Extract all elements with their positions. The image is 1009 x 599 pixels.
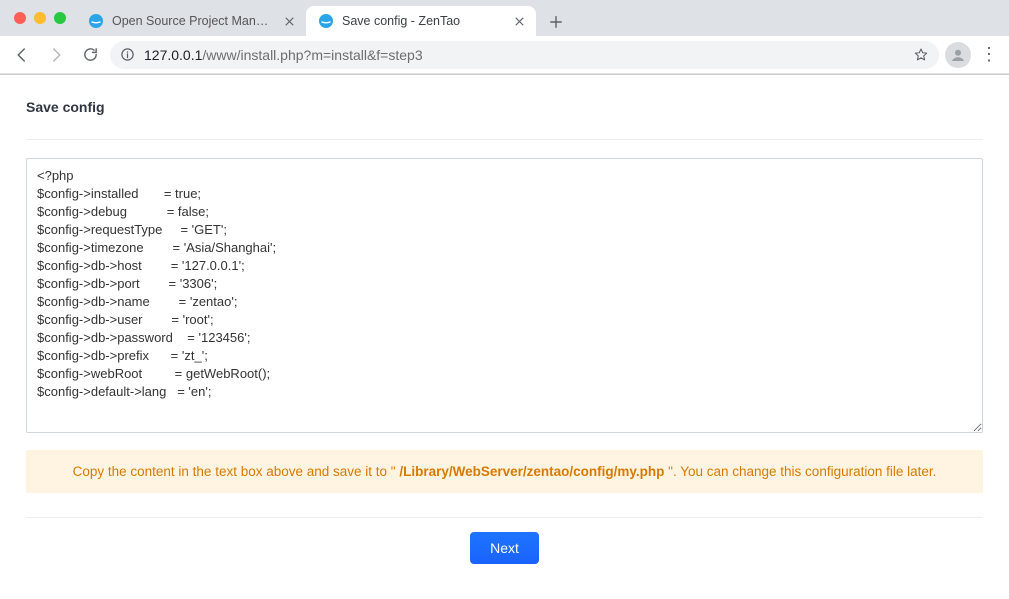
page-title: Save config	[26, 99, 983, 115]
forward-button[interactable]	[42, 41, 70, 69]
window-fullscreen-button[interactable]	[54, 12, 66, 24]
tab-title: Save config - ZenTao	[342, 14, 504, 28]
button-row: Next	[26, 518, 983, 578]
toolbar: 127.0.0.1/www/install.php?m=install&f=st…	[0, 36, 1009, 74]
config-textarea[interactable]	[26, 158, 983, 433]
url-host: 127.0.0.1	[144, 47, 202, 63]
page-content: Save config Copy the content in the text…	[0, 75, 1009, 578]
tab-title: Open Source Project Managem	[112, 14, 274, 28]
window-close-button[interactable]	[14, 12, 26, 24]
save-hint-alert: Copy the content in the text box above a…	[26, 450, 983, 493]
back-button[interactable]	[8, 41, 36, 69]
close-tab-icon[interactable]	[512, 14, 526, 28]
zentao-favicon-icon	[318, 13, 334, 29]
url-path: /www/install.php?m=install&f=step3	[202, 47, 422, 63]
zentao-favicon-icon	[88, 13, 104, 29]
hint-prefix: Copy the content in the text box above a…	[73, 464, 396, 479]
url-text: 127.0.0.1/www/install.php?m=install&f=st…	[144, 47, 423, 63]
browser-menu-button[interactable]: ⋮	[977, 44, 1001, 65]
hint-path: /Library/WebServer/zentao/config/my.php	[396, 464, 669, 479]
tab-strip: Open Source Project Managem Save config …	[0, 0, 1009, 36]
profile-avatar[interactable]	[945, 42, 971, 68]
tab-save-config[interactable]: Save config - ZenTao	[306, 6, 536, 36]
bookmark-star-icon[interactable]	[913, 47, 929, 63]
hint-suffix: ". You can change this configuration fil…	[668, 464, 936, 479]
tab-open-source-project[interactable]: Open Source Project Managem	[76, 6, 306, 36]
close-tab-icon[interactable]	[282, 14, 296, 28]
next-button[interactable]: Next	[470, 532, 539, 564]
window-minimize-button[interactable]	[34, 12, 46, 24]
url-bar[interactable]: 127.0.0.1/www/install.php?m=install&f=st…	[110, 41, 939, 69]
reload-button[interactable]	[76, 41, 104, 69]
browser-chrome: Open Source Project Managem Save config …	[0, 0, 1009, 75]
new-tab-button[interactable]	[542, 8, 570, 36]
traffic-lights	[14, 12, 66, 24]
site-info-icon[interactable]	[120, 47, 136, 62]
divider	[26, 139, 983, 140]
